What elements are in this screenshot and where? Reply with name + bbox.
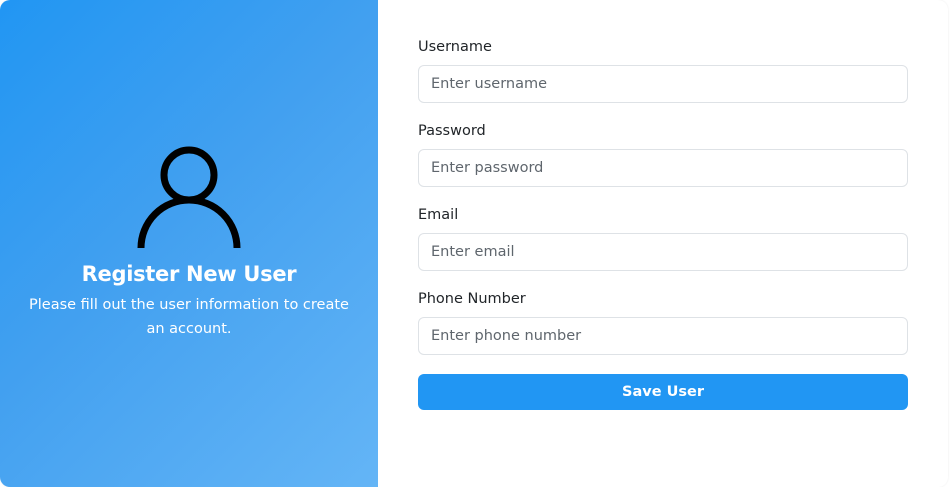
email-label: Email — [418, 207, 459, 223]
registration-info-panel: Register New User Please fill out the us… — [0, 0, 378, 487]
registration-form: Username Password Email Phone Number Sav… — [378, 0, 948, 487]
panel-title: Register New User — [81, 262, 297, 286]
register-user-card: Register New User Please fill out the us… — [0, 0, 948, 487]
email-input[interactable] — [418, 233, 908, 271]
email-field-group: Email — [418, 206, 908, 271]
username-input[interactable] — [418, 65, 908, 103]
password-input[interactable] — [418, 149, 908, 187]
username-label: Username — [418, 39, 492, 55]
user-icon — [137, 146, 241, 248]
phone-number-input[interactable] — [418, 317, 908, 355]
password-field-group: Password — [418, 122, 908, 187]
save-user-button[interactable]: Save User — [418, 374, 908, 410]
username-field-group: Username — [418, 38, 908, 103]
phone-field-group: Phone Number — [418, 290, 908, 355]
password-label: Password — [418, 123, 486, 139]
panel-subtitle: Please fill out the user information to … — [29, 297, 349, 337]
phone-number-label: Phone Number — [418, 291, 526, 307]
